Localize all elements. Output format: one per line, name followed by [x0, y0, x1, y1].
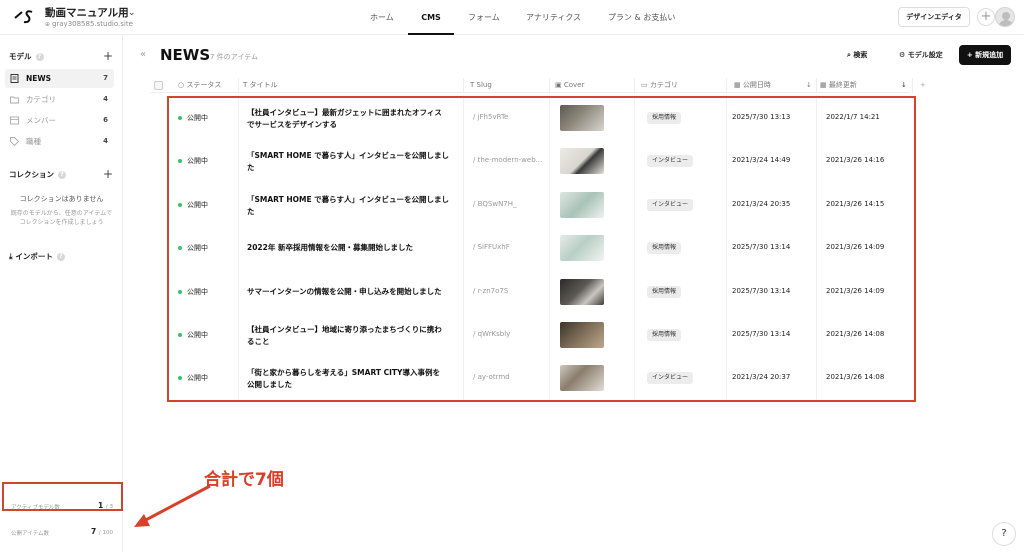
- sidebar-item-count: 7: [103, 74, 108, 82]
- add-item-label: 新規追加: [975, 51, 1004, 59]
- collections-heading-text: コレクション: [9, 170, 54, 179]
- add-column-icon[interactable]: +: [920, 78, 926, 93]
- column-divider: [634, 78, 635, 93]
- column-label: Cover: [563, 81, 585, 89]
- project-site-url: ⊕ gray308585.studio.site: [45, 20, 133, 28]
- column-published[interactable]: ▦ 公開日時: [734, 78, 771, 93]
- add-collection-button[interactable]: +: [103, 168, 113, 180]
- plus-icon: +: [966, 51, 976, 59]
- top-bar: 動画マニュアル用 ⌄ ⊕ gray308585.studio.site ホーム …: [0, 0, 1024, 35]
- column-status[interactable]: ○ ステータス: [178, 78, 221, 93]
- nav-analytics[interactable]: アナリティクス: [526, 0, 581, 35]
- column-divider: [912, 78, 913, 93]
- chevron-down-icon[interactable]: ⌄: [128, 8, 136, 18]
- user-icon: [998, 12, 1014, 26]
- nav-form[interactable]: フォーム: [468, 0, 500, 35]
- sidebar-item-label: NEWS: [26, 74, 52, 83]
- calendar-icon: ▦: [734, 81, 743, 89]
- empty-desc-line: コレクションを作成しましょう: [19, 219, 104, 226]
- collections-heading: コレクション?: [9, 169, 66, 180]
- document-icon: [10, 74, 19, 83]
- help-icon[interactable]: ?: [58, 171, 66, 179]
- column-divider: [238, 78, 239, 93]
- model-settings-label: モデル設定: [907, 51, 943, 59]
- column-label: タイトル: [249, 81, 278, 89]
- published-items-total: / 100: [98, 530, 113, 536]
- column-slug[interactable]: T Slug: [470, 78, 492, 93]
- calendar-icon: ▦: [820, 81, 829, 89]
- nav-cms[interactable]: CMS: [408, 0, 454, 35]
- sort-down-icon[interactable]: ↓: [806, 78, 812, 93]
- globe-icon: ⊕: [45, 21, 52, 28]
- table-icon: [10, 116, 19, 125]
- help-icon[interactable]: ?: [56, 253, 65, 261]
- project-title[interactable]: 動画マニュアル用: [45, 5, 129, 20]
- published-items-number: 7: [91, 527, 97, 536]
- page-title: NEWS: [160, 46, 211, 64]
- sidebar-item-news[interactable]: NEWS 7: [5, 69, 114, 88]
- column-divider: [549, 78, 550, 93]
- folder-icon: ▭: [641, 81, 650, 89]
- sidebar-item-job[interactable]: 職種 4: [5, 132, 114, 151]
- published-items-value: 7 / 100: [91, 527, 113, 536]
- avatar[interactable]: [995, 7, 1015, 27]
- sidebar-item-count: 4: [103, 95, 108, 103]
- column-cover[interactable]: ▣ Cover: [555, 78, 584, 93]
- annotation-arrow-icon: [134, 484, 211, 527]
- column-label: ステータス: [186, 81, 222, 89]
- tag-icon: [10, 137, 19, 146]
- column-category[interactable]: ▭ カテゴリ: [641, 78, 678, 93]
- column-divider: [726, 78, 727, 93]
- studio-logo-icon[interactable]: [14, 9, 34, 25]
- item-count: 7 件のアイテム: [210, 53, 258, 61]
- column-label: カテゴリ: [649, 81, 678, 89]
- add-member-icon[interactable]: +: [977, 8, 995, 26]
- highlight-box-stats: [2, 482, 123, 511]
- nav-plan-billing[interactable]: プラン & お支払い: [608, 0, 675, 35]
- search-button[interactable]: ⌕ 検索: [847, 50, 867, 60]
- column-divider: [463, 78, 464, 93]
- column-updated[interactable]: ▦ 最終更新: [820, 78, 857, 93]
- import-label: インポート: [15, 252, 53, 261]
- sidebar-item-label: カテゴリ: [26, 95, 56, 104]
- gear-icon: ⚙: [899, 51, 908, 59]
- sort-desc-icon[interactable]: ↓: [901, 78, 907, 93]
- site-url-text: gray308585.studio.site: [51, 20, 133, 28]
- search-label: 検索: [853, 51, 868, 59]
- design-editor-button[interactable]: デザインエディタ: [898, 7, 970, 27]
- sidebar: モデル? + NEWS 7 カテゴリ 4 メンバー 6 職種 4 コレクション?…: [0, 35, 123, 552]
- annotation-text: 合計で7個: [204, 470, 284, 490]
- sidebar-item-count: 6: [103, 116, 108, 124]
- sidebar-item-member[interactable]: メンバー 6: [5, 111, 114, 130]
- model-settings-button[interactable]: ⚙ モデル設定: [899, 50, 943, 60]
- import-button[interactable]: ⤓ インポート?: [9, 251, 65, 262]
- published-items-label: 公開アイテム数: [11, 531, 49, 537]
- column-divider: [816, 78, 817, 93]
- table-header: ○ ステータス T タイトル T Slug ▣ Cover ▭ カテゴリ ▦ 公…: [150, 78, 926, 93]
- sidebar-item-category[interactable]: カテゴリ 4: [5, 90, 114, 109]
- empty-collections-desc: 既存のモデルから、任意のアイテムで コレクションを作成しましょう: [0, 209, 123, 227]
- collapse-sidebar-icon[interactable]: «: [140, 49, 146, 60]
- highlight-box-table: [167, 96, 916, 402]
- models-heading-text: モデル: [9, 52, 32, 61]
- help-button[interactable]: ?: [992, 522, 1016, 546]
- column-title[interactable]: T タイトル: [243, 78, 278, 93]
- sidebar-item-label: 職種: [26, 137, 41, 146]
- nav-home[interactable]: ホーム: [370, 0, 394, 35]
- sidebar-item-count: 4: [103, 137, 108, 145]
- add-model-button[interactable]: +: [103, 50, 113, 62]
- column-label: 公開日時: [742, 81, 771, 89]
- help-icon[interactable]: ?: [35, 53, 44, 61]
- empty-collections-title: コレクションはありません: [19, 195, 104, 203]
- models-heading: モデル?: [9, 51, 44, 62]
- empty-desc-line: 既存のモデルから、任意のアイテムで: [10, 210, 113, 217]
- image-icon: ▣: [555, 81, 564, 89]
- column-label: Slug: [476, 81, 492, 89]
- column-label: 最終更新: [828, 81, 857, 89]
- folder-icon: [10, 96, 19, 104]
- add-item-button[interactable]: + 新規追加: [959, 45, 1011, 65]
- sidebar-item-label: メンバー: [26, 116, 56, 125]
